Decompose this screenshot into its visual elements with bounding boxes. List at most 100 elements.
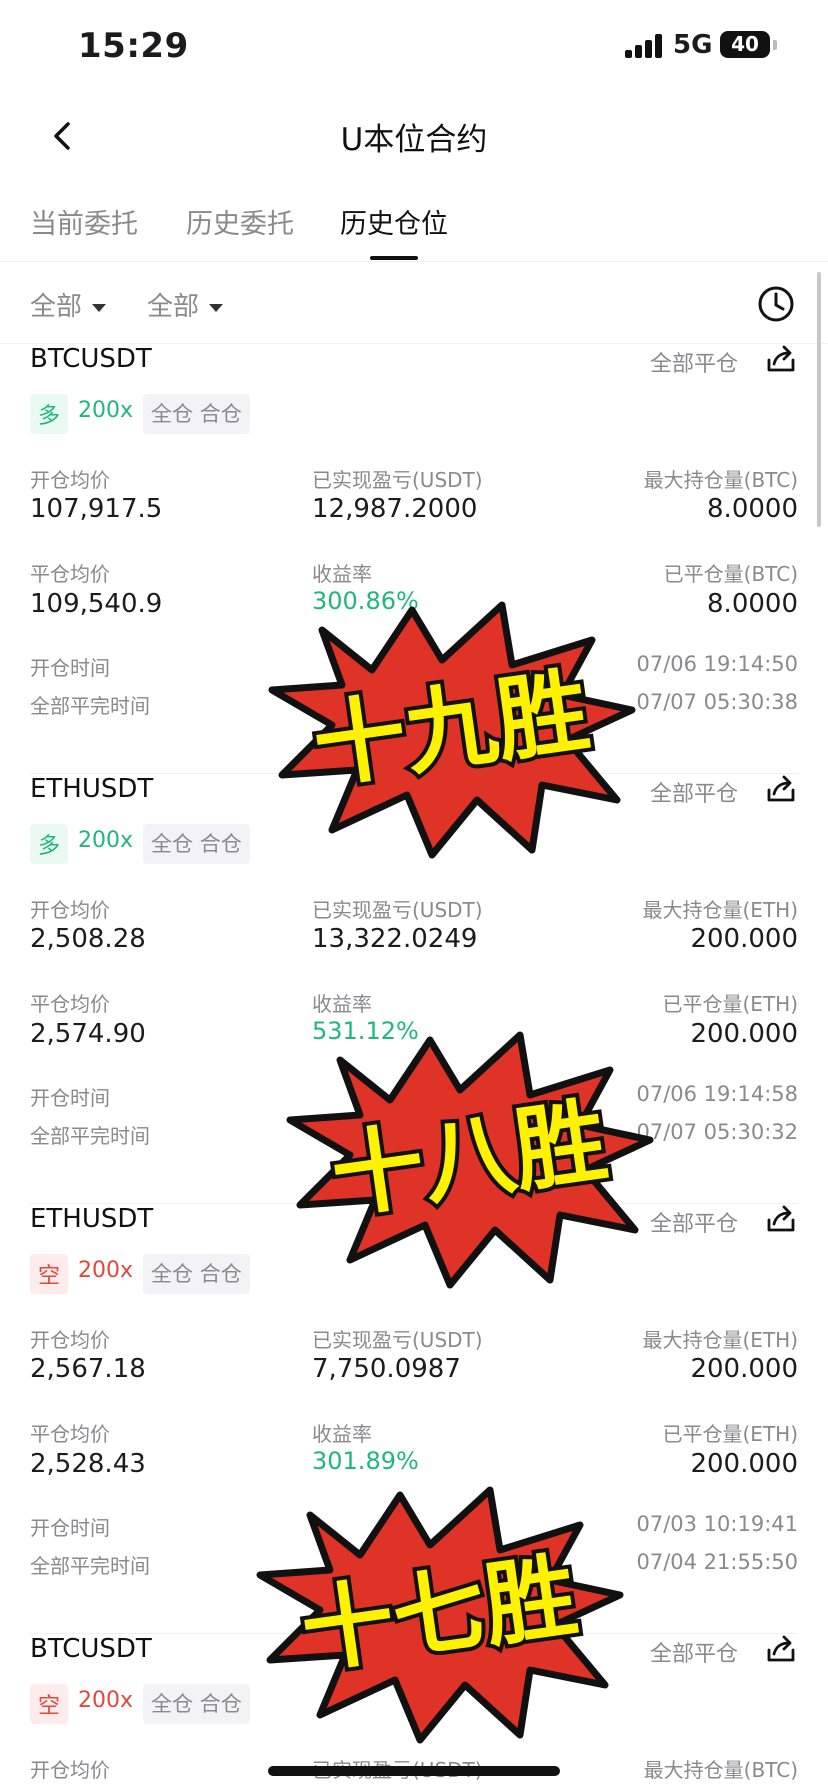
open-time: 07/06 19:14:58: [636, 1082, 798, 1106]
status-bar: 15:29 5G 40: [0, 0, 828, 90]
scrollbar[interactable]: [817, 272, 821, 527]
position-tags: 空 200x 全仓 合仓: [30, 1254, 250, 1294]
label: 收益率: [312, 992, 372, 1016]
close-avg-price: 2,574.90: [30, 1019, 146, 1049]
filter-bar: 全部 全部: [0, 262, 828, 344]
tab-position-history[interactable]: 历史仓位: [340, 202, 448, 241]
label: 开仓均价: [30, 898, 110, 922]
label: 开仓均价: [30, 468, 110, 492]
position-tags: 多 200x 全仓 合仓: [30, 394, 250, 434]
network-type: 5G: [673, 30, 713, 60]
leverage-badge: 200x: [78, 1258, 134, 1283]
close-all-button[interactable]: 全部平仓: [650, 1636, 738, 1668]
share-icon: [767, 775, 795, 802]
label: 已平仓量(BTC): [663, 562, 798, 586]
label: 已实现盈亏(USDT): [312, 1328, 483, 1352]
symbol: BTCUSDT: [30, 344, 152, 374]
page-title: U本位合约: [340, 122, 488, 158]
label: 最大持仓量(ETH): [642, 898, 799, 922]
open-time: 07/06 19:14:50: [636, 652, 798, 676]
closed-amount: 200.000: [690, 1449, 798, 1479]
filter-label: 全部: [147, 292, 200, 322]
label: 平仓均价: [30, 562, 110, 586]
label: 开仓均价: [30, 1328, 110, 1352]
direction-badge: 空: [30, 1254, 69, 1294]
close-avg-price: 2,528.43: [30, 1449, 146, 1479]
closed-amount: 200.000: [690, 1019, 798, 1049]
battery-tip: [773, 40, 777, 50]
win-sticker: 十七胜: [250, 1485, 630, 1745]
filter-dropdown-2[interactable]: 全部: [147, 286, 224, 323]
clock-icon: [758, 286, 794, 322]
header: U本位合约: [0, 90, 828, 180]
label: 已实现盈亏(USDT): [312, 468, 483, 492]
label: 最大持仓量(BTC): [643, 1758, 798, 1782]
label: 全部平完时间: [30, 1124, 150, 1148]
roi: 301.89%: [312, 1447, 419, 1475]
caret-down-icon: [92, 303, 107, 312]
share-icon: [767, 345, 795, 372]
label: 开仓时间: [30, 1516, 110, 1540]
label: 开仓时间: [30, 656, 110, 680]
tab-current-orders[interactable]: 当前委托: [30, 202, 138, 241]
realized-pnl: 12,987.2000: [312, 494, 478, 524]
max-position: 8.0000: [707, 494, 798, 524]
share-button[interactable]: [764, 1202, 798, 1236]
direction-badge: 多: [30, 824, 69, 864]
label: 收益率: [312, 562, 372, 586]
leverage-badge: 200x: [78, 1688, 134, 1713]
open-avg-price: 107,917.5: [30, 494, 163, 524]
close-all-button[interactable]: 全部平仓: [650, 346, 738, 378]
close-time: 07/07 05:30:38: [636, 690, 798, 714]
label: 全部平完时间: [30, 694, 150, 718]
margin-mode-badge: 全仓 合仓: [143, 1684, 250, 1724]
label: 收益率: [312, 1422, 372, 1446]
share-icon: [767, 1205, 795, 1232]
share-icon: [767, 1635, 795, 1662]
leverage-badge: 200x: [78, 828, 134, 853]
share-button[interactable]: [764, 1632, 798, 1666]
open-time: 07/03 10:19:41: [636, 1512, 798, 1536]
label: 最大持仓量(BTC): [643, 468, 798, 492]
signal-icon: [625, 34, 665, 58]
realized-pnl: 7,750.0987: [312, 1354, 461, 1384]
history-clock-button[interactable]: [756, 284, 796, 324]
label: 已实现盈亏(USDT): [312, 898, 483, 922]
position-tags: 空 200x 全仓 合仓: [30, 1684, 250, 1724]
label: 已平仓量(ETH): [662, 992, 799, 1016]
active-tab-indicator: [370, 256, 418, 260]
win-sticker: 十八胜: [280, 1030, 660, 1290]
label: 平仓均价: [30, 992, 110, 1016]
tab-order-history[interactable]: 历史委托: [186, 202, 294, 241]
share-button[interactable]: [764, 342, 798, 376]
realized-pnl: 13,322.0249: [312, 924, 478, 954]
symbol: ETHUSDT: [30, 774, 154, 804]
direction-badge: 空: [30, 1684, 69, 1724]
margin-mode-badge: 全仓 合仓: [143, 1254, 250, 1294]
caret-down-icon: [209, 303, 224, 312]
label: 开仓时间: [30, 1086, 110, 1110]
label: 平仓均价: [30, 1422, 110, 1446]
label: 全部平完时间: [30, 1554, 150, 1578]
open-avg-price: 2,567.18: [30, 1354, 146, 1384]
close-all-button[interactable]: 全部平仓: [650, 1206, 738, 1238]
tab-bar: 当前委托 历史委托 历史仓位: [0, 190, 828, 262]
home-indicator[interactable]: [268, 1766, 560, 1776]
label: 开仓均价: [30, 1758, 110, 1782]
direction-badge: 多: [30, 394, 69, 434]
close-all-button[interactable]: 全部平仓: [650, 776, 738, 808]
close-time: 07/07 05:30:32: [636, 1120, 798, 1144]
close-time: 07/04 21:55:50: [636, 1550, 798, 1574]
filter-label: 全部: [30, 292, 83, 322]
win-sticker: 十九胜: [262, 600, 642, 860]
status-time: 15:29: [78, 26, 189, 66]
filter-dropdown-1[interactable]: 全部: [30, 286, 107, 323]
max-position: 200.000: [690, 924, 798, 954]
margin-mode-badge: 全仓 合仓: [143, 394, 250, 434]
margin-mode-badge: 全仓 合仓: [143, 824, 250, 864]
max-position: 200.000: [690, 1354, 798, 1384]
label: 最大持仓量(ETH): [642, 1328, 799, 1352]
symbol: BTCUSDT: [30, 1634, 152, 1664]
battery-icon: 40: [720, 31, 770, 58]
share-button[interactable]: [764, 772, 798, 806]
